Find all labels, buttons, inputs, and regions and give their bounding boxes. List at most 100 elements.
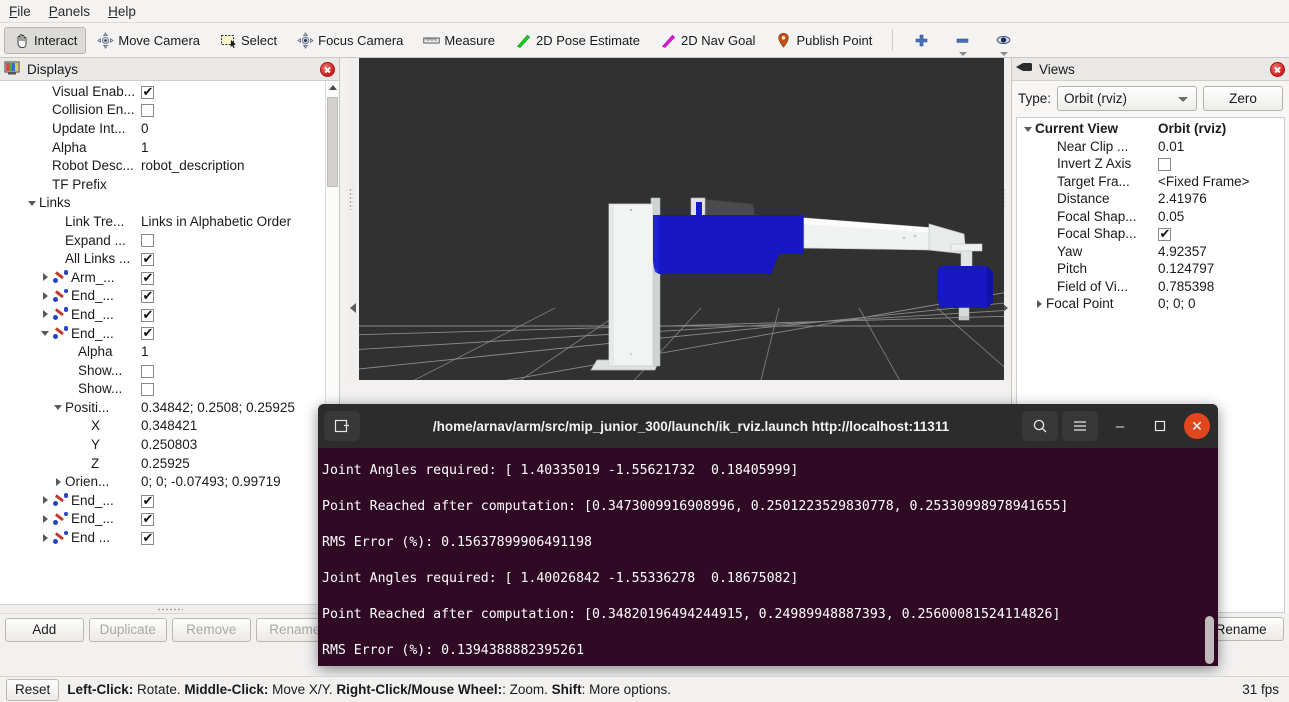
display-row[interactable]: Robot Desc... robot_description [0,156,339,175]
display-row[interactable]: End_... [0,491,339,510]
scroll-up-icon[interactable] [329,85,337,90]
toolbar-button-2d-pose-estimate[interactable]: 2D Pose Estimate [506,27,649,54]
display-row-value[interactable] [137,251,339,267]
display-row[interactable]: Visual Enab... [0,82,339,101]
display-row[interactable]: End_... [0,305,339,324]
checkbox[interactable] [141,307,154,322]
display-row[interactable]: Arm_... [0,268,339,287]
menu-help[interactable]: Help [99,2,145,21]
display-row-value[interactable] [137,307,339,322]
display-row-value[interactable]: Links in Alphabetic Order [137,214,339,229]
checkbox[interactable] [141,270,154,285]
display-row[interactable]: End_... [0,510,339,529]
checkbox[interactable] [141,511,154,527]
view-row-value[interactable]: 0.124797 [1154,261,1284,276]
view-row-value[interactable]: 2.41976 [1154,191,1284,206]
chevron-down-icon[interactable] [958,51,967,56]
checkbox[interactable] [1158,226,1171,242]
view-row-value[interactable] [1154,226,1284,242]
expand-triangle-icon[interactable] [1034,298,1046,310]
view-row[interactable]: Focal Shap... [1017,225,1284,243]
search-icon[interactable] [1022,411,1058,441]
display-row[interactable]: Z 0.25925 [0,454,339,473]
collapse-triangle-icon[interactable] [1023,123,1035,135]
checkbox[interactable] [141,493,154,508]
collapse-triangle-icon[interactable] [53,401,65,413]
minimize-button[interactable]: – [1102,411,1138,441]
collapse-left-arrow-icon[interactable] [350,303,356,313]
view-row[interactable]: Distance 2.41976 [1017,190,1284,208]
display-row-value[interactable]: 0; 0; -0.07493; 0.99719 [137,474,339,489]
expand-triangle-icon[interactable] [40,494,52,506]
view-row[interactable]: Focal Shap... 0.05 [1017,208,1284,226]
display-row-value[interactable] [137,233,339,248]
toolbar-button-measure[interactable]: Measure [414,27,504,54]
display-row[interactable]: Alpha 1 [0,342,339,361]
display-row-value[interactable] [137,530,339,545]
display-row-value[interactable]: 1 [137,140,339,155]
display-row-value[interactable]: 0.250803 [137,437,339,452]
checkbox[interactable] [141,234,154,248]
displays-splitter[interactable] [0,604,339,613]
terminal-close-button[interactable]: ✕ [1182,411,1212,441]
view-row-value[interactable]: Orbit (rviz) [1154,121,1284,136]
display-row-value[interactable] [137,288,339,304]
toolbar-button-select[interactable]: Select [211,27,286,54]
expand-triangle-icon[interactable] [40,308,52,320]
view-row[interactable]: Invert Z Axis [1017,155,1284,173]
displays-tree[interactable]: Visual Enab...Collision En...Update Int.… [0,81,339,604]
display-row[interactable]: Orien... 0; 0; -0.07493; 0.99719 [0,472,339,491]
view-row[interactable]: Current View Orbit (rviz) [1017,120,1284,138]
display-row-value[interactable]: 0 [137,121,339,136]
display-row[interactable]: Collision En... [0,101,339,120]
display-row-value[interactable] [137,102,339,118]
add-button[interactable]: Add [5,617,84,642]
toolbar-button-publish-point[interactable]: Publish Point [766,27,881,54]
terminal-scrollbar[interactable] [1205,616,1214,664]
checkbox[interactable] [141,84,154,99]
chevron-down-icon[interactable] [999,51,1008,56]
display-row-value[interactable] [137,381,339,397]
view-row-value[interactable]: 0.01 [1154,139,1284,154]
close-icon[interactable] [320,61,335,77]
view-row[interactable]: Yaw 4.92357 [1017,243,1284,261]
display-row-value[interactable]: 0.34842; 0.2508; 0.25925 [137,400,339,415]
left-splitter[interactable] [347,58,357,380]
view-row-value[interactable]: 4.92357 [1154,244,1284,259]
display-row-value[interactable] [137,326,339,341]
menu-panels[interactable]: Panels [40,2,99,21]
display-row[interactable]: Expand ... [0,231,339,250]
display-row[interactable]: Update Int... 0 [0,119,339,138]
checkbox[interactable] [141,251,154,267]
expand-triangle-icon[interactable] [40,271,52,283]
view-row[interactable]: Focal Point 0; 0; 0 [1017,295,1284,313]
view-row-value[interactable]: <Fixed Frame> [1154,174,1284,189]
terminal-titlebar[interactable]: /home/arnav/arm/src/mip_junior_300/launc… [318,404,1218,448]
reset-button[interactable]: Reset [6,678,60,701]
display-row[interactable]: End ... [0,528,339,547]
display-row-value[interactable]: 1 [137,344,339,359]
view-row-value[interactable]: 0.785398 [1154,279,1284,294]
display-row[interactable]: Positi... 0.34842; 0.2508; 0.25925 [0,398,339,417]
checkbox[interactable] [141,364,154,378]
terminal-window[interactable]: /home/arnav/arm/src/mip_junior_300/launc… [318,404,1218,666]
checkbox[interactable] [141,530,154,545]
display-row[interactable]: Links [0,194,339,213]
new-tab-icon[interactable] [324,411,360,441]
remove-tool-button[interactable] [943,27,982,56]
expand-triangle-icon[interactable] [40,290,52,302]
display-row-value[interactable] [137,270,339,285]
checkbox[interactable] [141,383,154,397]
display-row-value[interactable] [137,363,339,378]
collapse-triangle-icon[interactable] [40,327,52,339]
toolbar-button-focus-camera[interactable]: Focus Camera [288,27,412,54]
display-row-value[interactable]: 0.25925 [137,456,339,471]
menu-file[interactable]: File [0,2,40,21]
display-row[interactable]: End_... [0,287,339,306]
view-row[interactable]: Target Fra... <Fixed Frame> [1017,173,1284,191]
display-row-value[interactable] [137,493,339,508]
display-row[interactable]: End_... [0,324,339,343]
display-row[interactable]: Show... [0,361,339,380]
view-row-value[interactable] [1154,156,1284,172]
display-row[interactable]: Y 0.250803 [0,435,339,454]
